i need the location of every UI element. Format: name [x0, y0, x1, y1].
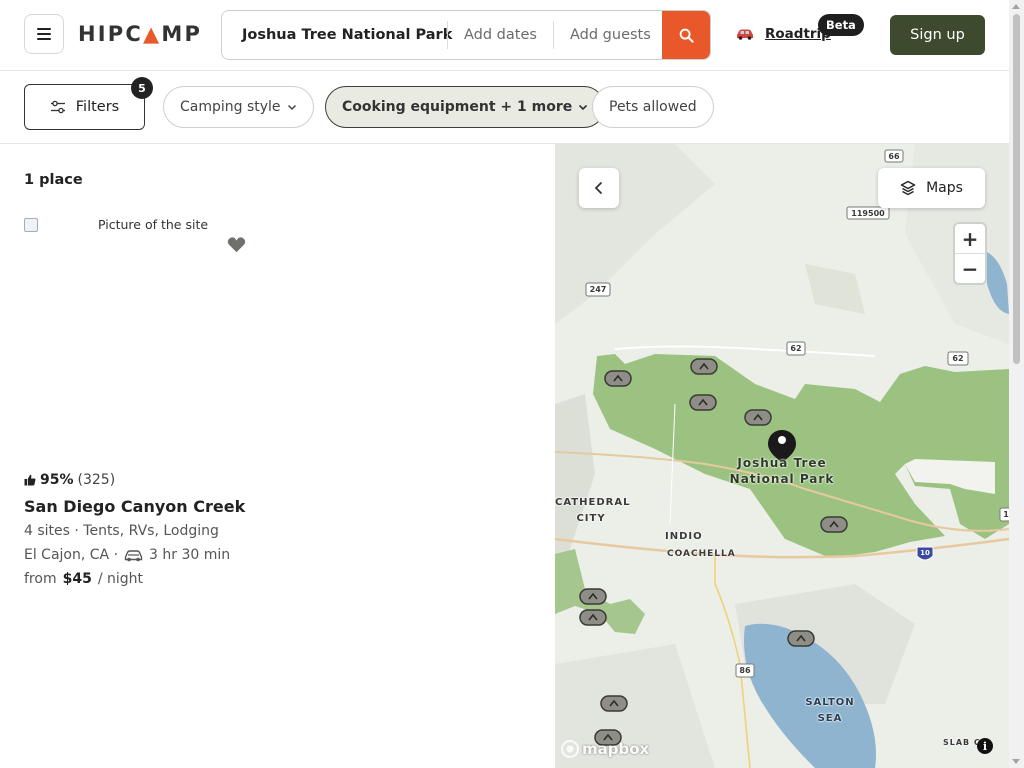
- pill-label: Pets allowed: [609, 99, 697, 115]
- pill-label: Camping style: [180, 99, 281, 115]
- cathedral-city-label: CATHEDRAL CITY: [555, 495, 631, 527]
- drive-time-text: 3 hr 30 min: [149, 547, 231, 563]
- sliders-icon: [50, 100, 65, 114]
- route-shield: 62: [790, 344, 802, 353]
- chevron-left-icon: [594, 181, 603, 195]
- collapse-map-button[interactable]: [579, 168, 619, 208]
- page-scrollbar[interactable]: [1009, 0, 1024, 768]
- filters-count-badge: 5: [131, 77, 153, 99]
- city-label-line: CATHEDRAL: [555, 497, 631, 508]
- filters-button[interactable]: Filters: [24, 84, 145, 130]
- search-icon: [679, 28, 694, 43]
- favorite-heart-icon[interactable]: [226, 235, 247, 254]
- search-bar: Joshua Tree National Park Add dates Add …: [221, 10, 711, 60]
- layers-label: Maps: [926, 180, 963, 196]
- listing-sites: 4 sites · Tents, RVs, Lodging: [24, 523, 219, 539]
- map-panel[interactable]: 66 119500 247 62 62 10 86 1 Joshua Tree …: [555, 144, 1009, 768]
- mapbox-logo-icon: [561, 740, 579, 758]
- car-icon: [737, 29, 753, 40]
- guests-input[interactable]: Add guests: [554, 27, 669, 43]
- location-text: El Cajon, CA ·: [24, 547, 119, 563]
- route-shield: 1: [1003, 510, 1009, 519]
- coachella-label: COACHELLA: [667, 549, 736, 559]
- zoom-in-button[interactable]: +: [955, 224, 985, 253]
- listing-rating: 95% (325): [24, 472, 115, 488]
- camping-style-pill[interactable]: Camping style: [163, 86, 314, 128]
- menu-button[interactable]: [24, 14, 64, 54]
- rating-count: (325): [77, 472, 116, 488]
- sites-text: 4 sites · Tents, RVs, Lodging: [24, 523, 219, 539]
- park-label: Joshua Tree National Park: [722, 455, 842, 487]
- location-input[interactable]: Joshua Tree National Park: [222, 27, 452, 43]
- city-label-line: CITY: [576, 513, 606, 524]
- salton-sea-label: SALTON SEA: [795, 695, 865, 727]
- route-shield: 119500: [851, 209, 885, 218]
- hamburger-icon: [37, 28, 51, 40]
- listing-image[interactable]: Picture of the site: [24, 216, 252, 450]
- sea-label-line: SALTON: [805, 697, 855, 708]
- sign-up-button[interactable]: Sign up: [890, 15, 985, 55]
- results-panel: 1 place Picture of the site 95% (325) Sa…: [0, 144, 555, 768]
- scroll-down-arrow-icon[interactable]: [1012, 759, 1020, 764]
- scroll-up-arrow-icon[interactable]: [1012, 4, 1020, 9]
- pets-allowed-pill[interactable]: Pets allowed: [592, 86, 714, 128]
- info-icon[interactable]: i: [977, 738, 993, 754]
- listing-price: from $45 / night: [24, 571, 143, 587]
- car-drive-icon: [124, 549, 143, 561]
- listing-location: El Cajon, CA · 3 hr 30 min: [24, 547, 230, 563]
- route-shield: 66: [888, 152, 900, 161]
- search-button[interactable]: [662, 11, 710, 59]
- mapbox-label: mapbox: [582, 740, 650, 758]
- route-shield: 86: [739, 666, 751, 675]
- chevron-down-icon: [287, 104, 296, 110]
- interstate-shield: 10: [920, 549, 930, 557]
- park-label-line: National Park: [729, 472, 835, 486]
- price-prefix: from: [24, 571, 57, 587]
- park-label-line: Joshua Tree: [737, 456, 827, 470]
- map-layers-button[interactable]: Maps: [878, 168, 985, 208]
- chevron-down-icon: [579, 104, 588, 110]
- route-shield: 247: [589, 285, 607, 294]
- broken-image-icon: [24, 218, 38, 232]
- scrollbar-thumb[interactable]: [1013, 14, 1020, 364]
- mapbox-attribution[interactable]: mapbox: [561, 740, 649, 758]
- zoom-out-button[interactable]: −: [955, 254, 985, 283]
- listing-name[interactable]: San Diego Canyon Creek: [24, 497, 245, 516]
- price-suffix: / night: [97, 571, 144, 587]
- top-header: HIPC▲MP Joshua Tree National Park Add da…: [0, 0, 1009, 71]
- filters-label: Filters: [75, 99, 120, 115]
- zoom-control: + −: [955, 224, 985, 283]
- pill-label: Cooking equipment + 1 more: [342, 99, 573, 115]
- thumbs-up-icon: [24, 474, 36, 486]
- route-shield: 62: [952, 354, 964, 363]
- image-alt-text: Picture of the site: [98, 217, 209, 232]
- cooking-equipment-pill[interactable]: Cooking equipment + 1 more: [325, 86, 606, 128]
- layers-icon: [900, 180, 916, 196]
- dates-input[interactable]: Add dates: [448, 27, 553, 43]
- hipcamp-logo[interactable]: HIPC▲MP: [78, 22, 202, 46]
- filter-bar: Filters 5 Camping style Cooking equipmen…: [0, 71, 1009, 144]
- indio-label: INDIO: [665, 531, 703, 542]
- roadtrip-link[interactable]: Roadtrip: [735, 26, 831, 42]
- price-value: $45: [62, 571, 92, 587]
- rating-percent: 95%: [40, 472, 74, 488]
- beta-badge: Beta: [818, 14, 864, 36]
- sea-label-line: SEA: [817, 713, 843, 724]
- results-count: 1 place: [24, 172, 83, 188]
